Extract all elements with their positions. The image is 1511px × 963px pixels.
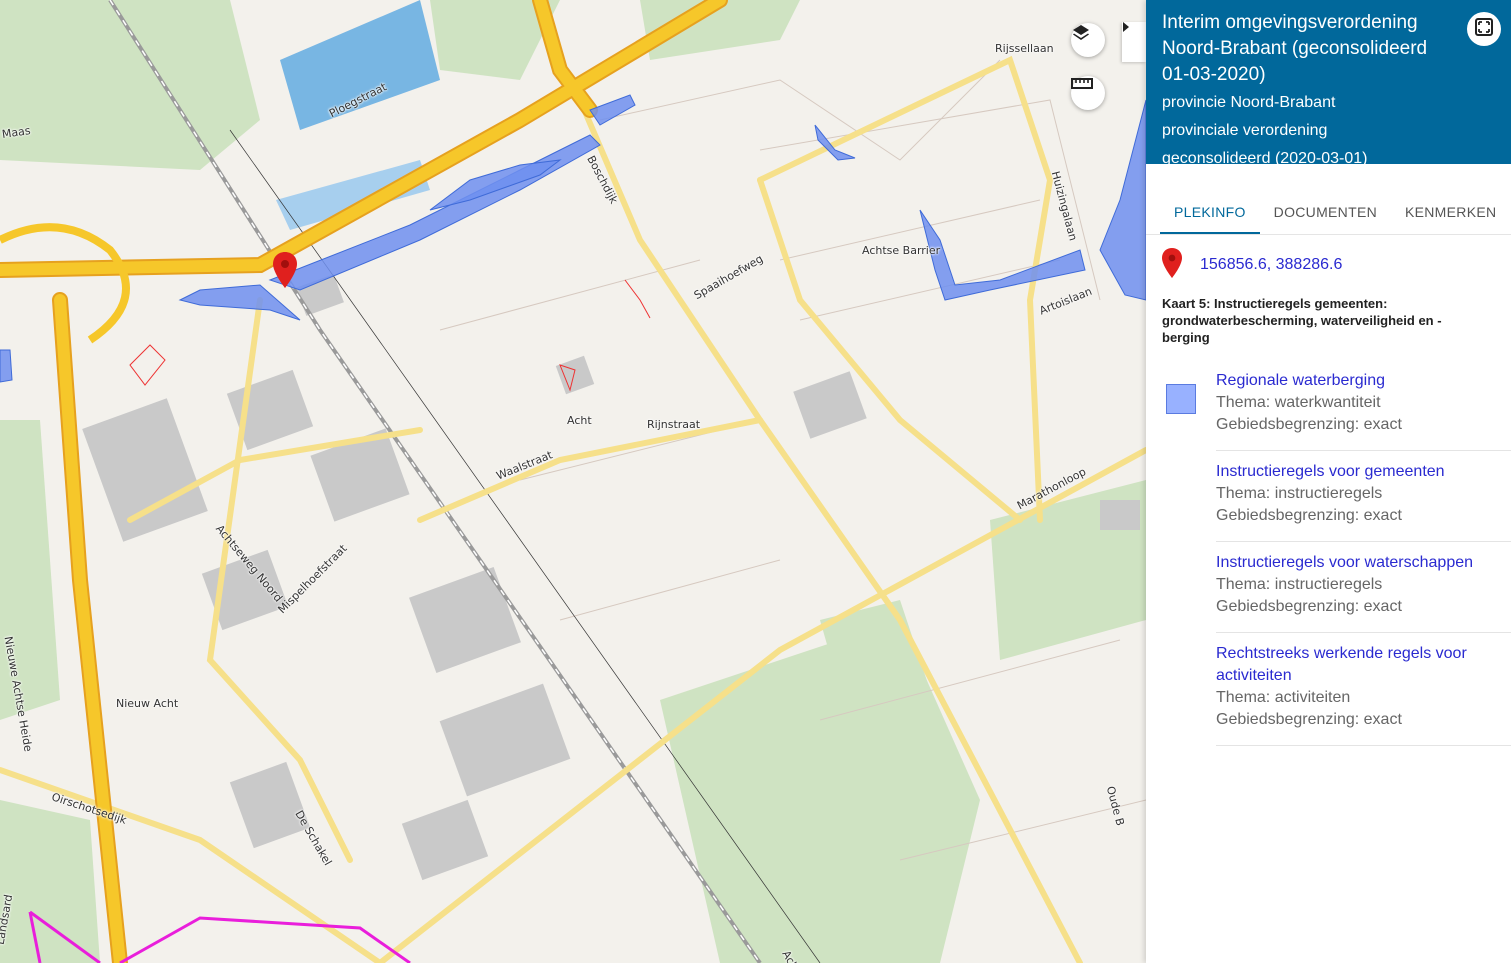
map-label-achtse-barrier: Achtse Barrier — [862, 244, 941, 257]
item-thema: Thema: instructieregels — [1216, 576, 1383, 593]
fullscreen-icon — [1474, 17, 1494, 42]
panel-header: Interim omgevingsverordening Noord-Braba… — [1146, 0, 1511, 167]
layers-button[interactable] — [1071, 23, 1105, 57]
list-item: Rechtstreeks werkende regels voor activi… — [1216, 633, 1511, 746]
map-label-rijssellaan: Rijssellaan — [995, 42, 1054, 55]
panel-title: Interim omgevingsverordening Noord-Braba… — [1162, 12, 1428, 85]
tab-kenmerken[interactable]: KENMERKEN — [1391, 204, 1510, 234]
list-item: Regionale waterberging Thema: waterkwant… — [1166, 360, 1511, 451]
item-gebiedsbegrenzing: Gebiedsbegrenzing: exact — [1216, 711, 1402, 728]
legend-swatch — [1166, 384, 1196, 414]
panel-subtitle-authority: provincie Noord-Brabant — [1162, 94, 1336, 111]
panel-tabs: PLEKINFO DOCUMENTEN KENMERKEN — [1146, 164, 1511, 235]
info-panel: Interim omgevingsverordening Noord-Braba… — [1146, 0, 1511, 963]
location-pin-icon — [1162, 247, 1182, 283]
item-title-link[interactable]: Rechtstreeks werkende regels voor activi… — [1216, 643, 1491, 687]
measure-button[interactable] — [1071, 76, 1105, 110]
rules-list: Regionale waterberging Thema: waterkwant… — [1146, 360, 1511, 746]
tab-plekinfo[interactable]: PLEKINFO — [1160, 204, 1260, 234]
item-title-link[interactable]: Instructieregels voor gemeenten — [1216, 461, 1445, 483]
item-title-link[interactable]: Instructieregels voor waterschappen — [1216, 552, 1473, 574]
item-gebiedsbegrenzing: Gebiedsbegrenzing: exact — [1216, 416, 1402, 433]
collapse-panel-button[interactable] — [1122, 22, 1146, 62]
tab-documenten[interactable]: DOCUMENTEN — [1260, 204, 1391, 234]
panel-subtitle-type: provinciale verordening — [1162, 122, 1328, 139]
kaart-title: Kaart 5: Instructieregels gemeenten: gro… — [1162, 296, 1442, 345]
item-gebiedsbegrenzing: Gebiedsbegrenzing: exact — [1216, 598, 1402, 615]
map-canvas[interactable] — [0, 0, 1146, 963]
coordinates: 156856.6, 388286.6 — [1200, 256, 1343, 273]
list-item: Instructieregels voor gemeenten Thema: i… — [1216, 451, 1511, 542]
map-label-nieuw-acht: Nieuw Acht — [116, 697, 179, 710]
fullscreen-button[interactable] — [1467, 12, 1501, 46]
map-view[interactable]: Maas Ploegstraat Boschdijk Spaaihoefweg … — [0, 0, 1146, 963]
item-thema: Thema: instructieregels — [1216, 485, 1383, 502]
list-item: Instructieregels voor waterschappen Them… — [1216, 542, 1511, 633]
item-thema: Thema: waterkwantiteit — [1216, 394, 1381, 411]
map-label-acht: Acht — [567, 414, 592, 427]
item-gebiedsbegrenzing: Gebiedsbegrenzing: exact — [1216, 507, 1402, 524]
location-pin-icon — [273, 252, 297, 288]
item-thema: Thema: activiteiten — [1216, 689, 1351, 706]
panel-subtitle-status: geconsolideerd (2020-03-01) — [1162, 150, 1368, 167]
map-label-rijnstraat: Rijnstraat — [647, 418, 701, 431]
location-row: 156856.6, 388286.6 — [1146, 235, 1511, 281]
item-title-link[interactable]: Regionale waterberging — [1216, 370, 1402, 392]
